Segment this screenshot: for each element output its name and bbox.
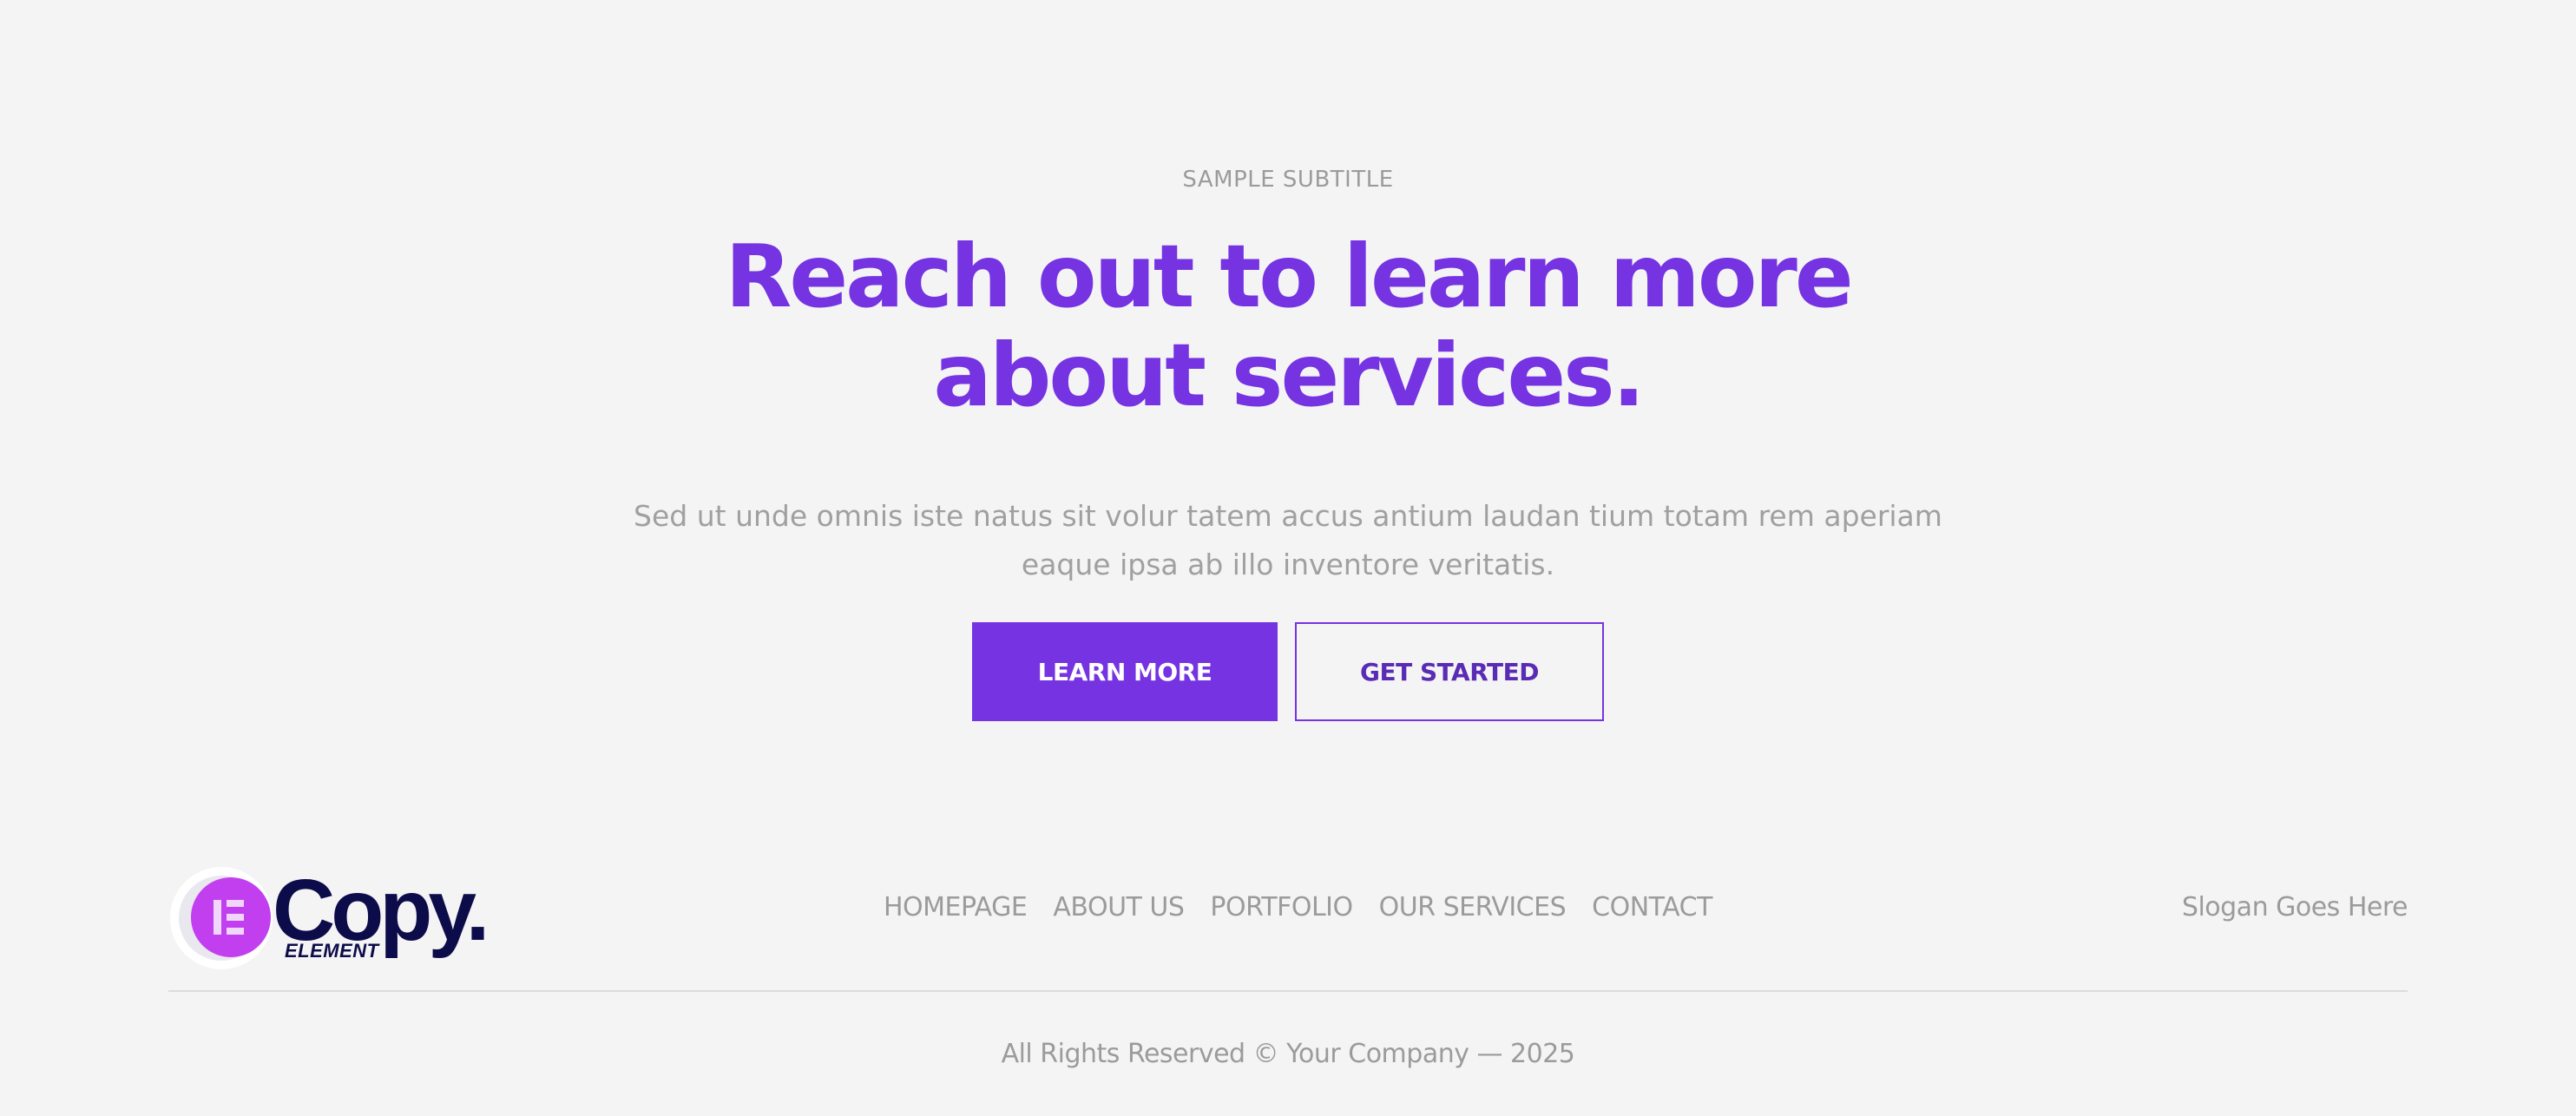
nav-link-our-services[interactable]: OUR SERVICES <box>1379 890 1567 925</box>
headline-line-1: Reach out to learn more <box>725 226 1853 327</box>
description-line-1: Sed ut unde omnis iste natus sit volur t… <box>634 499 1942 533</box>
logo-tagline: ELEMENT <box>285 940 379 962</box>
button-group: LEARN MORE GET STARTED <box>972 622 1604 721</box>
footer-slogan: Slogan Goes Here <box>2181 892 2408 922</box>
nav-link-contact[interactable]: CONTACT <box>1592 890 1712 925</box>
nav-link-about-us[interactable]: ABOUT US <box>1053 890 1185 925</box>
brand-logo[interactable]: Copy. ELEMENT <box>170 862 509 969</box>
copyright-text: All Rights Reserved © Your Company — 202… <box>1001 1039 1575 1069</box>
nav-link-portfolio[interactable]: PORTFOLIO <box>1210 890 1353 925</box>
section-headline: Reach out to learn more about services. <box>0 227 2576 425</box>
elementor-logo-icon <box>170 867 273 969</box>
section-description: Sed ut unde omnis iste natus sit volur t… <box>0 492 2576 589</box>
headline-line-2: about services. <box>933 325 1645 426</box>
get-started-button[interactable]: GET STARTED <box>1295 622 1604 721</box>
learn-more-button[interactable]: LEARN MORE <box>972 622 1278 721</box>
description-line-2: eaque ipsa ab illo inventore veritatis. <box>1021 548 1555 581</box>
nav-link-homepage[interactable]: HOMEPAGE <box>884 890 1028 925</box>
section-subtitle: SAMPLE SUBTITLE <box>1182 167 1394 193</box>
footer-nav: HOMEPAGE ABOUT US PORTFOLIO OUR SERVICES… <box>884 890 1712 925</box>
footer-divider <box>168 990 2408 992</box>
